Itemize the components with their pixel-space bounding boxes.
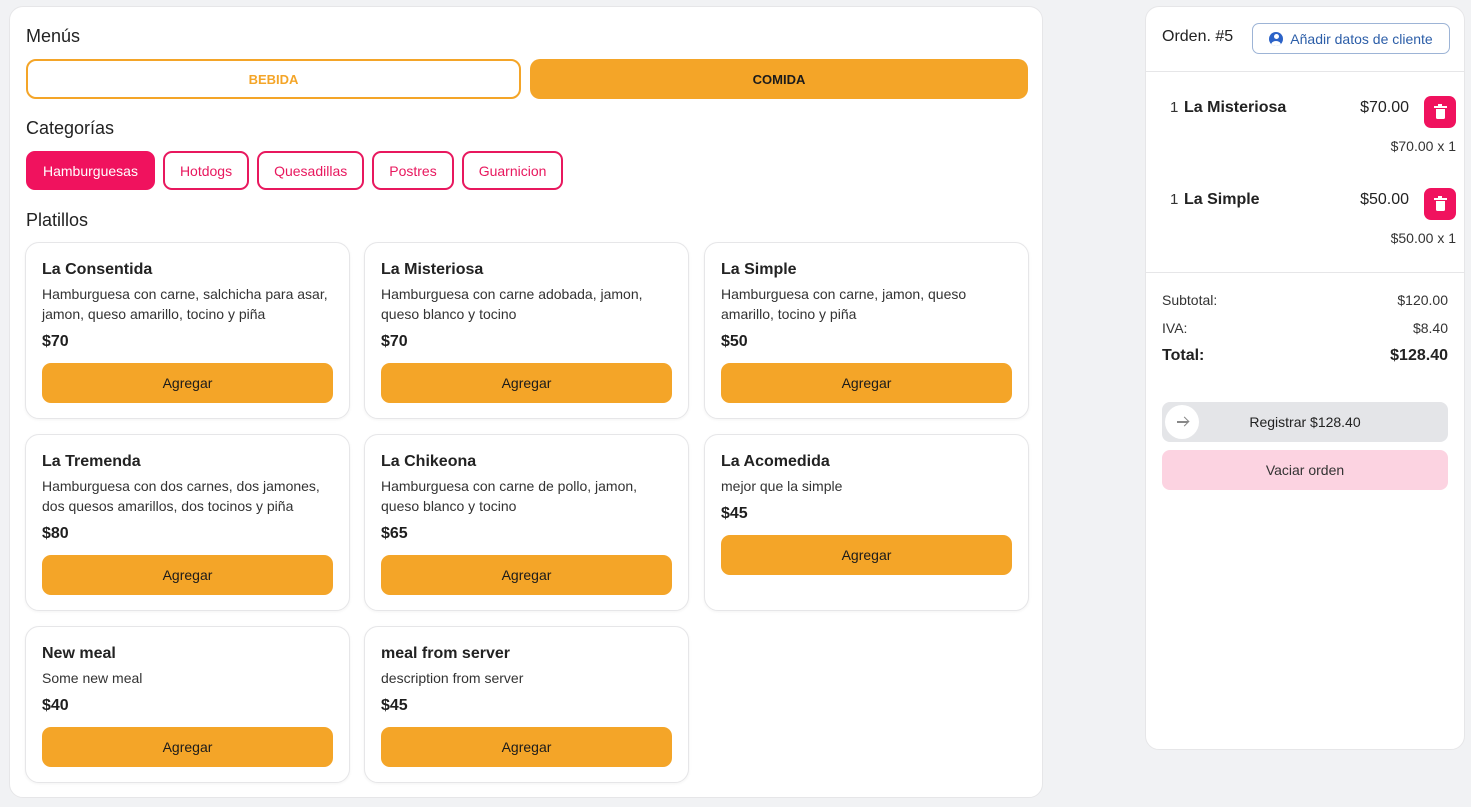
dish-name: La Tremenda bbox=[42, 453, 141, 470]
menu-panel: Menús BEBIDA COMIDA Categorías Hamburgue… bbox=[9, 6, 1043, 798]
total-label: Total: bbox=[1162, 347, 1205, 364]
dish-description: Some new meal bbox=[42, 670, 143, 686]
dish-card: La Acomedida mejor que la simple $45 Agr… bbox=[704, 434, 1029, 611]
category-postres[interactable]: Postres bbox=[372, 151, 454, 190]
dish-price: $70 bbox=[381, 333, 408, 350]
order-item-qty: 1 bbox=[1170, 99, 1179, 116]
subtotal-row: Subtotal: $120.00 bbox=[1162, 292, 1448, 308]
dish-description: Hamburguesa con dos carnes, dos jamones,… bbox=[42, 478, 320, 514]
dish-card: La Simple Hamburguesa con carne, jamon, … bbox=[704, 242, 1029, 419]
dish-card: New meal Some new meal $40 Agregar bbox=[25, 626, 350, 783]
add-dish-button[interactable]: Agregar bbox=[42, 555, 333, 595]
user-circle-icon bbox=[1269, 31, 1284, 46]
dish-name: La Acomedida bbox=[721, 453, 830, 470]
dish-card: La Consentida Hamburguesa con carne, sal… bbox=[25, 242, 350, 419]
menu-tab-bebida[interactable]: BEBIDA bbox=[26, 59, 521, 99]
category-quesadillas[interactable]: Quesadillas bbox=[257, 151, 365, 190]
order-panel: Orden. #5 Añadir datos de cliente 1 La M… bbox=[1145, 6, 1465, 750]
category-hamburguesas[interactable]: Hamburguesas bbox=[26, 151, 155, 190]
order-title: Orden. #5 bbox=[1162, 28, 1234, 45]
add-dish-button[interactable]: Agregar bbox=[42, 363, 333, 403]
dish-card: La Misteriosa Hamburguesa con carne adob… bbox=[364, 242, 689, 419]
menu-tab-comida[interactable]: COMIDA bbox=[530, 59, 1028, 99]
dishes-title: Platillos bbox=[26, 210, 89, 230]
dish-card: La Chikeona Hamburguesa con carne de pol… bbox=[364, 434, 689, 611]
dish-description: description from server bbox=[381, 670, 524, 686]
tax-label: IVA: bbox=[1162, 320, 1188, 336]
dish-description: Hamburguesa con carne, jamon, queso amar… bbox=[721, 286, 967, 322]
order-item-name: La Simple bbox=[1184, 191, 1260, 208]
delete-item-button[interactable] bbox=[1424, 188, 1456, 220]
divider bbox=[1146, 272, 1464, 273]
category-list: Hamburguesas Hotdogs Quesadillas Postres… bbox=[26, 151, 564, 190]
add-dish-button[interactable]: Agregar bbox=[381, 555, 672, 595]
dish-name: La Simple bbox=[721, 261, 797, 278]
categories-title: Categorías bbox=[26, 118, 115, 138]
tax-value: $8.40 bbox=[1412, 320, 1448, 336]
trash-icon bbox=[1433, 103, 1447, 119]
order-item-name: La Misteriosa bbox=[1184, 99, 1287, 116]
dish-description: Hamburguesa con carne de pollo, jamon, q… bbox=[381, 478, 638, 514]
dish-price: $65 bbox=[381, 525, 408, 542]
divider bbox=[1146, 71, 1464, 72]
order-item: 1 La Simple $50.00 $50.00 x 1 bbox=[1162, 188, 1456, 261]
subtotal-value: $120.00 bbox=[1397, 292, 1448, 308]
dish-price: $80 bbox=[42, 525, 69, 542]
trash-icon bbox=[1433, 195, 1447, 211]
register-label: Registrar $128.40 bbox=[1249, 414, 1361, 430]
dish-card: La Tremenda Hamburguesa con dos carnes, … bbox=[25, 434, 350, 611]
dish-price: $40 bbox=[42, 697, 69, 714]
order-item-subline: $50.00 x 1 bbox=[1390, 230, 1456, 246]
dish-name: meal from server bbox=[381, 645, 510, 662]
dish-description: mejor que la simple bbox=[721, 478, 843, 494]
order-item-qty: 1 bbox=[1170, 191, 1179, 208]
total-row: Total: $128.40 bbox=[1162, 347, 1448, 365]
register-order-button[interactable]: Registrar $128.40 bbox=[1162, 402, 1448, 442]
add-dish-button[interactable]: Agregar bbox=[381, 363, 672, 403]
order-item-price: $70.00 bbox=[1360, 99, 1409, 116]
clear-order-button[interactable]: Vaciar orden bbox=[1162, 450, 1448, 490]
dish-price: $50 bbox=[721, 333, 748, 350]
dish-description: Hamburguesa con carne adobada, jamon, qu… bbox=[381, 286, 643, 322]
add-client-label: Añadir datos de cliente bbox=[1290, 30, 1433, 47]
delete-item-button[interactable] bbox=[1424, 96, 1456, 128]
tax-row: IVA: $8.40 bbox=[1162, 320, 1448, 336]
order-item-subline: $70.00 x 1 bbox=[1390, 138, 1456, 154]
add-dish-button[interactable]: Agregar bbox=[721, 535, 1012, 575]
add-dish-button[interactable]: Agregar bbox=[42, 727, 333, 767]
menus-title: Menús bbox=[26, 26, 81, 46]
total-value: $128.40 bbox=[1390, 347, 1448, 364]
dish-price: $45 bbox=[721, 505, 748, 522]
dish-price: $70 bbox=[42, 333, 69, 350]
dish-name: New meal bbox=[42, 645, 116, 662]
order-item-price: $50.00 bbox=[1360, 191, 1409, 208]
dish-name: La Consentida bbox=[42, 261, 153, 278]
dish-name: La Misteriosa bbox=[381, 261, 484, 278]
arrow-right-icon bbox=[1165, 405, 1199, 439]
add-dish-button[interactable]: Agregar bbox=[721, 363, 1012, 403]
dish-card: meal from server description from server… bbox=[364, 626, 689, 783]
order-item: 1 La Misteriosa $70.00 $70.00 x 1 bbox=[1162, 96, 1456, 169]
dish-name: La Chikeona bbox=[381, 453, 477, 470]
dish-price: $45 bbox=[381, 697, 408, 714]
category-guarnicion[interactable]: Guarnicion bbox=[461, 151, 564, 190]
subtotal-label: Subtotal: bbox=[1162, 292, 1218, 308]
add-dish-button[interactable]: Agregar bbox=[381, 727, 672, 767]
add-client-button[interactable]: Añadir datos de cliente bbox=[1252, 23, 1450, 54]
category-hotdogs[interactable]: Hotdogs bbox=[162, 151, 250, 190]
dish-description: Hamburguesa con carne, salchicha para as… bbox=[42, 286, 328, 322]
